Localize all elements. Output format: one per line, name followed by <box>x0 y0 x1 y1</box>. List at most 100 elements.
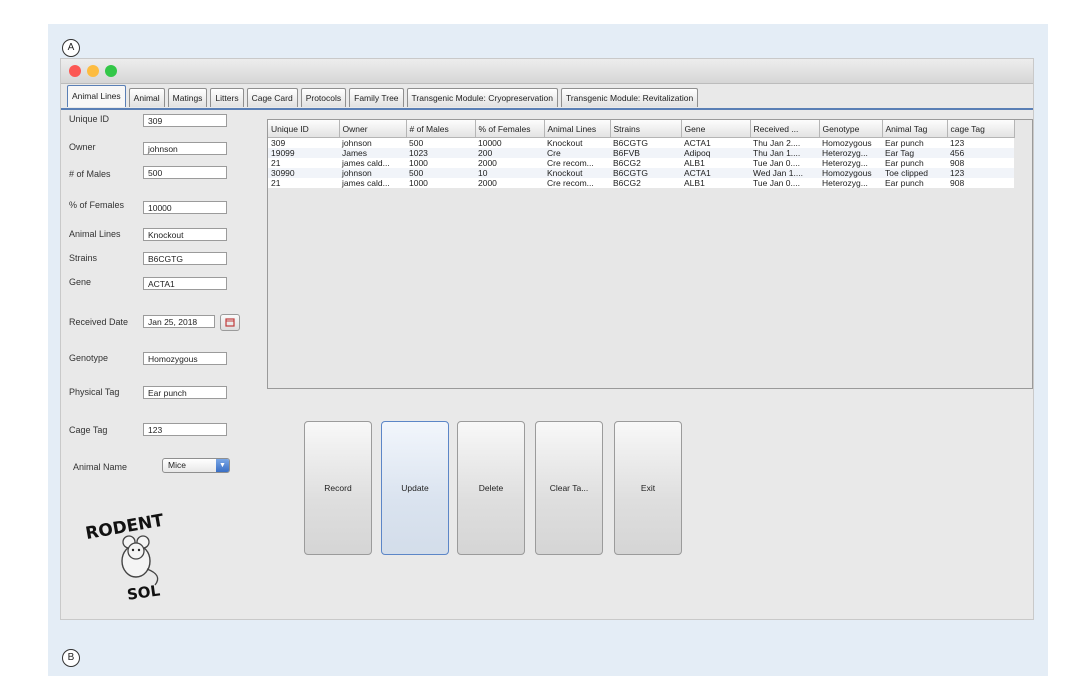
table-cell: 123 <box>947 168 1014 178</box>
cage-tag-field[interactable]: 123 <box>143 423 227 436</box>
table-cell: 1023 <box>406 148 475 158</box>
owner-field[interactable]: johnson <box>143 142 227 155</box>
table-cell: Thu Jan 1.... <box>750 148 819 158</box>
calendar-button[interactable] <box>220 314 240 331</box>
tab-cryopreservation[interactable]: Transgenic Module: Cryopreservation <box>406 88 558 107</box>
unique-id-field[interactable]: 309 <box>143 114 227 127</box>
column-header[interactable]: Strains <box>610 120 682 138</box>
table-cell: Ear Tag <box>882 148 947 158</box>
column-header[interactable]: Gene <box>681 120 751 138</box>
table-row[interactable]: 19099 James 1023 200 Cre B6FVB Adipoq Thu Jan 1… <box>268 148 1014 158</box>
table-cell: ALB1 <box>681 178 750 188</box>
table-cell: Knockout <box>544 137 610 148</box>
genotype-label: Genotype <box>69 353 109 363</box>
table-cell: Toe clipped <box>882 168 947 178</box>
exit-button[interactable]: Exit <box>614 421 682 555</box>
table-cell: james cald... <box>339 178 406 188</box>
males-field[interactable]: 500 <box>143 166 227 179</box>
close-window-button[interactable] <box>69 65 81 77</box>
table-cell: 1000 <box>406 178 475 188</box>
cage-tag-label: Cage Tag <box>69 425 108 435</box>
table-cell: 30990 <box>268 168 339 178</box>
update-button[interactable]: Update <box>381 421 449 555</box>
tab-animal-lines[interactable]: Animal Lines <box>67 85 126 107</box>
column-header[interactable]: Received ... <box>750 120 820 138</box>
table-cell: Knockout <box>544 168 610 178</box>
strains-field[interactable]: B6CGTG <box>143 252 227 265</box>
animal-name-value: Mice <box>168 460 186 470</box>
table-cell: ALB1 <box>681 158 750 168</box>
minimize-window-button[interactable] <box>87 65 99 77</box>
delete-button[interactable]: Delete <box>457 421 525 555</box>
table-cell: Wed Jan 1.... <box>750 168 819 178</box>
column-header[interactable]: Unique ID <box>268 120 340 138</box>
record-button[interactable]: Record <box>304 421 372 555</box>
gene-label: Gene <box>69 277 92 287</box>
genotype-field[interactable]: Homozygous <box>143 352 227 365</box>
tab-cage-card[interactable]: Cage Card <box>246 88 298 107</box>
tab-protocols[interactable]: Protocols <box>300 88 347 107</box>
animal-lines-field[interactable]: Knockout <box>143 228 227 241</box>
tab-animal[interactable]: Animal <box>128 88 165 107</box>
table-cell: Ear punch <box>882 137 947 148</box>
males-label: # of Males <box>69 169 111 179</box>
table-cell: Tue Jan 0.... <box>750 178 819 188</box>
column-header[interactable]: Genotype <box>819 120 883 138</box>
animal-lines-label: Animal Lines <box>69 229 121 239</box>
table-cell: 10000 <box>475 137 544 148</box>
column-header[interactable]: # of Males <box>406 120 476 138</box>
tab-bar: Animal Lines Animal Matings Litters Cage… <box>67 85 701 107</box>
table-cell: 19099 <box>268 148 339 158</box>
females-field[interactable]: 10000 <box>143 201 227 214</box>
column-header[interactable]: Owner <box>339 120 407 138</box>
table-cell: johnson <box>339 137 406 148</box>
table-cell: 10 <box>475 168 544 178</box>
table-cell: B6CGTG <box>610 168 681 178</box>
tab-matings[interactable]: Matings <box>167 88 208 107</box>
column-header[interactable]: Animal Lines <box>544 120 611 138</box>
table-cell: James <box>339 148 406 158</box>
table-cell: Heterozyg... <box>819 148 882 158</box>
column-header[interactable]: Animal Tag <box>882 120 948 138</box>
table-cell: 908 <box>947 158 1014 168</box>
table-row[interactable]: 21 james cald... 1000 2000 Cre recom... B6CG2… <box>268 178 1014 188</box>
table-cell: Ear punch <box>882 178 947 188</box>
table-cell: 2000 <box>475 178 544 188</box>
physical-tag-field[interactable]: Ear punch <box>143 386 227 399</box>
table-cell: 456 <box>947 148 1014 158</box>
table-cell: 200 <box>475 148 544 158</box>
table-cell: 500 <box>406 168 475 178</box>
records-table[interactable]: Unique ID Owner # of Males% of Females Anim… <box>267 119 1033 389</box>
table-cell: 21 <box>268 158 339 168</box>
mouse-head <box>127 542 145 560</box>
tab-revitalization[interactable]: Transgenic Module: Revitalization <box>560 88 699 107</box>
mouse-eye-left <box>131 548 135 552</box>
column-header[interactable]: % of Females <box>475 120 545 138</box>
rodent-sol-logo: RODENT SOL <box>81 505 201 605</box>
table-cell: B6CG2 <box>610 178 681 188</box>
clear-table-button[interactable]: Clear Ta... <box>535 421 603 555</box>
table-row[interactable]: 30990 johnson 500 10 Knockout B6CGTG ACTA1 Wed … <box>268 168 1014 178</box>
tab-litters[interactable]: Litters <box>210 88 244 107</box>
table-row[interactable]: 21 james cald... 1000 2000 Cre recom... B6CG2… <box>268 158 1014 168</box>
column-header[interactable]: cage Tag <box>947 120 1015 138</box>
table-cell: james cald... <box>339 158 406 168</box>
animal-name-select[interactable]: Mice ▼ <box>162 458 230 473</box>
table-cell: Heterozyg... <box>819 178 882 188</box>
received-date-field[interactable]: Jan 25, 2018 <box>143 315 215 328</box>
table-cell: Homozygous <box>819 137 882 148</box>
logo-text-bottom: SOL <box>126 581 162 603</box>
gene-field[interactable]: ACTA1 <box>143 277 227 290</box>
table-cell: Cre recom... <box>544 178 610 188</box>
table-cell: johnson <box>339 168 406 178</box>
zoom-window-button[interactable] <box>105 65 117 77</box>
table-cell: ACTA1 <box>681 168 750 178</box>
table-row[interactable]: 309 johnson 500 10000 Knockout B6CGTG ACTA1 Thu… <box>268 137 1014 148</box>
title-bar <box>61 59 1033 84</box>
mouse-eye-right <box>137 548 141 552</box>
animal-name-label: Animal Name <box>73 462 128 472</box>
tab-family-tree[interactable]: Family Tree <box>349 88 404 107</box>
table-cell: 908 <box>947 178 1014 188</box>
table-cell: Heterozyg... <box>819 158 882 168</box>
unique-id-label: Unique ID <box>69 114 110 124</box>
